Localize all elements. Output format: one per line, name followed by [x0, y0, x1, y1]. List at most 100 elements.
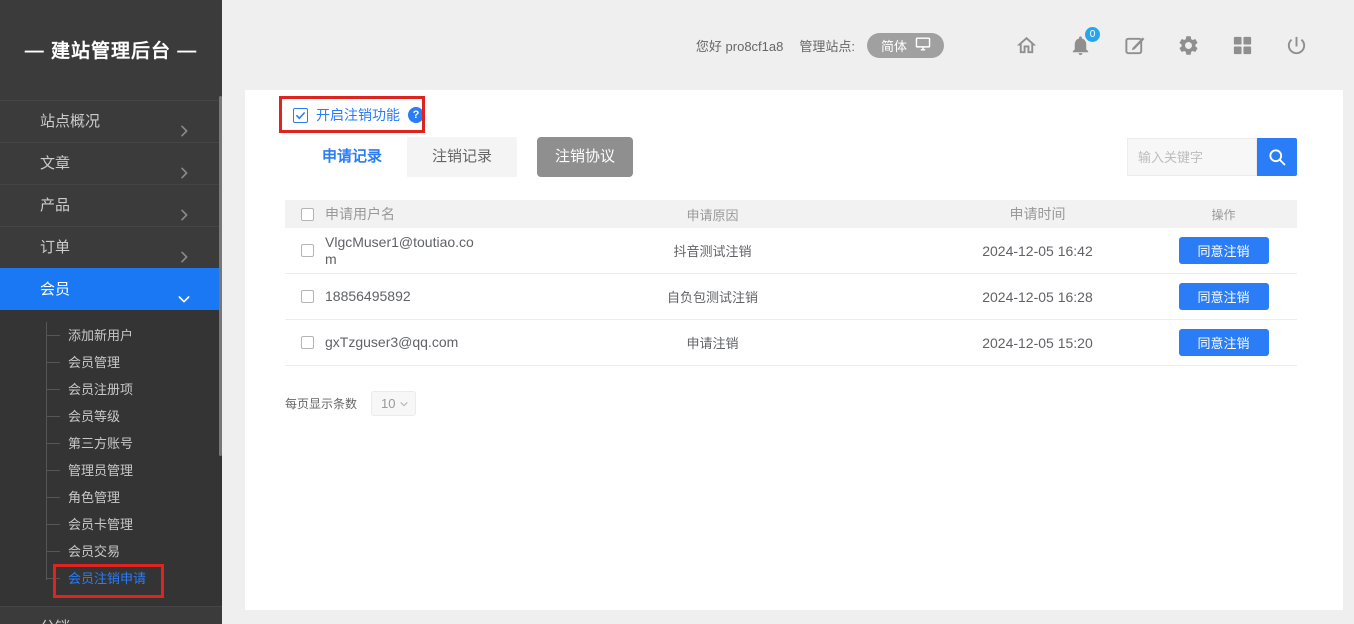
cell-time: 2024-12-05 16:28 — [925, 289, 1150, 305]
agree-cancellation-button[interactable]: 同意注销 — [1179, 237, 1269, 264]
search-bar — [1127, 138, 1297, 176]
applications-table: 申请用户名 申请原因 申请时间 操作 VlgcMuser1@toutiao.co… — [285, 200, 1297, 366]
table-header-row: 申请用户名 申请原因 申请时间 操作 — [285, 200, 1297, 228]
submenu-item-label: 会员等级 — [68, 409, 120, 424]
submenu-item-member-cancellation[interactable]: 会员注销申请 — [0, 565, 222, 592]
table-row: VlgcMuser1@toutiao.com 抖音测试注销 2024-12-05… — [285, 228, 1297, 274]
chevron-right-icon — [176, 240, 192, 256]
sidebar-item-articles[interactable]: 文章 — [0, 142, 222, 184]
cell-reason: 自负包测试注销 — [500, 287, 925, 306]
user-greeting: 您好 pro8cf1a8 — [696, 36, 783, 55]
cell-username: VlgcMuser1@toutiao.com — [325, 234, 500, 268]
col-header-reason: 申请原因 — [500, 205, 925, 224]
submenu-item-add-user[interactable]: 添加新用户 — [0, 322, 222, 349]
page-size-select[interactable]: 10 — [371, 391, 416, 416]
sidebar-item-site-overview[interactable]: 站点概况 — [0, 100, 222, 142]
row-checkbox[interactable] — [301, 244, 314, 257]
home-icon — [1015, 34, 1038, 57]
edit-button[interactable] — [1123, 34, 1146, 57]
submenu-item-label: 第三方账号 — [68, 436, 133, 451]
tab-cancellation-agreement[interactable]: 注销协议 — [537, 137, 633, 177]
tab-application-records[interactable]: 申请记录 — [297, 137, 407, 177]
enable-cancellation-label[interactable]: 开启注销功能 — [316, 105, 400, 125]
language-switch-button[interactable]: 简体 — [867, 33, 944, 58]
table-row: 18856495892 自负包测试注销 2024-12-05 16:28 同意注… — [285, 274, 1297, 320]
cell-time: 2024-12-05 15:20 — [925, 335, 1150, 351]
chevron-down-icon — [399, 399, 409, 409]
enable-cancellation-checkbox[interactable] — [293, 108, 308, 123]
submenu-item-label: 角色管理 — [68, 490, 120, 505]
edit-icon — [1123, 34, 1146, 57]
search-icon — [1267, 147, 1287, 167]
grid-icon — [1231, 34, 1254, 57]
sidebar-item-distribution[interactable]: 分销 — [0, 606, 222, 624]
sidebar: — 建站管理后台 — 站点概况 文章 产品 订单 会员 — [0, 0, 222, 624]
cell-username: gxTzguser3@qq.com — [325, 334, 500, 351]
table-row: gxTzguser3@qq.com 申请注销 2024-12-05 15:20 … — [285, 320, 1297, 366]
submenu-item-label: 会员交易 — [68, 544, 120, 559]
row-checkbox[interactable] — [301, 290, 314, 303]
submenu-item-label: 会员管理 — [68, 355, 120, 370]
submenu-item-third-party-accounts[interactable]: 第三方账号 — [0, 430, 222, 457]
chevron-right-icon — [176, 114, 192, 130]
submenu-item-member-cards[interactable]: 会员卡管理 — [0, 511, 222, 538]
select-all-checkbox[interactable] — [301, 208, 314, 221]
search-button[interactable] — [1257, 138, 1297, 176]
home-button[interactable] — [1015, 34, 1038, 57]
submenu-item-member-management[interactable]: 会员管理 — [0, 349, 222, 376]
sidebar-nav: 站点概况 文章 产品 订单 会员 添加新用户 会员管理 会 — [0, 100, 222, 624]
language-label: 简体 — [881, 36, 907, 55]
submenu-item-label: 会员注销申请 — [68, 571, 146, 586]
submenu-item-label: 添加新用户 — [68, 328, 133, 343]
sidebar-item-label: 订单 — [40, 239, 70, 256]
page-size-value: 10 — [381, 396, 395, 411]
sidebar-scrollbar[interactable] — [219, 96, 222, 456]
search-input[interactable] — [1127, 138, 1257, 176]
chevron-right-icon — [176, 620, 192, 624]
topbar: 您好 pro8cf1a8 管理站点: 简体 0 — [222, 0, 1354, 90]
col-header-username: 申请用户名 — [325, 206, 500, 223]
submenu-item-member-levels[interactable]: 会员等级 — [0, 403, 222, 430]
cell-username: 18856495892 — [325, 288, 500, 305]
sidebar-item-label: 站点概况 — [40, 113, 100, 130]
app-window: — 建站管理后台 — 站点概况 文章 产品 订单 会员 — [0, 0, 1354, 624]
managed-site-label: 管理站点: — [799, 36, 855, 55]
content-card: 开启注销功能 ? 申请记录 注销记录 注销协议 申请用户名 申请原因 申请时间 … — [245, 90, 1343, 610]
tab-cancellation-records[interactable]: 注销记录 — [407, 137, 517, 177]
help-icon[interactable]: ? — [408, 107, 424, 123]
submenu-item-registration-fields[interactable]: 会员注册项 — [0, 376, 222, 403]
cell-reason: 申请注销 — [500, 333, 925, 352]
submenu-item-label: 会员注册项 — [68, 382, 133, 397]
checkmark-icon — [295, 110, 306, 121]
settings-button[interactable] — [1177, 34, 1200, 57]
monitor-icon — [914, 36, 932, 55]
pagination: 每页显示条数 10 — [285, 391, 416, 416]
sidebar-item-label: 会员 — [40, 281, 70, 298]
chevron-right-icon — [176, 156, 192, 172]
apps-button[interactable] — [1231, 34, 1254, 57]
app-title: — 建站管理后台 — — [0, 0, 222, 63]
logout-button[interactable] — [1285, 34, 1308, 57]
agree-cancellation-button[interactable]: 同意注销 — [1179, 329, 1269, 356]
chevron-down-icon — [176, 282, 192, 298]
submenu-item-role-management[interactable]: 角色管理 — [0, 484, 222, 511]
notifications-button[interactable]: 0 — [1069, 34, 1092, 57]
gear-icon — [1177, 34, 1200, 57]
submenu-item-label: 会员卡管理 — [68, 517, 133, 532]
sidebar-item-label: 产品 — [40, 197, 70, 214]
agree-cancellation-button[interactable]: 同意注销 — [1179, 283, 1269, 310]
page-size-label: 每页显示条数 — [285, 395, 357, 412]
sidebar-item-label: 分销 — [40, 619, 70, 624]
chevron-right-icon — [176, 198, 192, 214]
power-icon — [1285, 34, 1308, 57]
row-checkbox[interactable] — [301, 336, 314, 349]
members-submenu: 添加新用户 会员管理 会员注册项 会员等级 第三方账号 管理员管理 角色管理 会… — [0, 310, 222, 606]
sidebar-item-products[interactable]: 产品 — [0, 184, 222, 226]
sidebar-item-orders[interactable]: 订单 — [0, 226, 222, 268]
sidebar-item-members[interactable]: 会员 — [0, 268, 222, 310]
tabs-row: 申请记录 注销记录 注销协议 — [297, 137, 1297, 177]
col-header-time: 申请时间 — [925, 204, 1150, 224]
submenu-item-member-transactions[interactable]: 会员交易 — [0, 538, 222, 565]
cell-time: 2024-12-05 16:42 — [925, 243, 1150, 259]
submenu-item-admin-management[interactable]: 管理员管理 — [0, 457, 222, 484]
